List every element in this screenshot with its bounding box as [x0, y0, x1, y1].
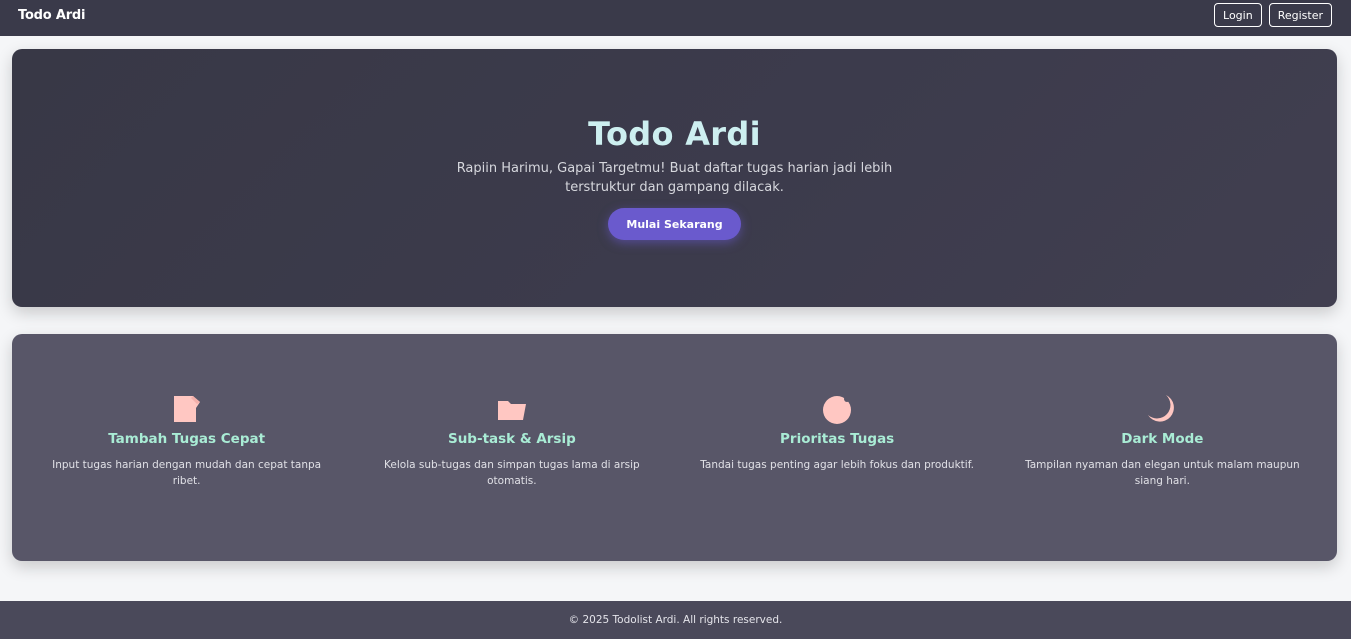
feature-card: Tambah Tugas Cepat Input tugas harian de…	[24, 334, 349, 561]
copyright-text: © 2025 Todolist Ardi. All rights reserve…	[568, 614, 783, 626]
folder-icon	[495, 392, 529, 426]
feature-description: Input tugas harian dengan mudah dan cepa…	[52, 459, 322, 487]
feature-description: Tampilan nyaman dan elegan untuk malam m…	[1025, 459, 1300, 487]
nav-actions: Login Register	[1214, 3, 1332, 27]
feature-title: Dark Mode	[1121, 431, 1204, 447]
target-icon	[820, 392, 854, 426]
start-now-button[interactable]: Mulai Sekarang	[608, 208, 741, 240]
memo-icon	[170, 392, 204, 426]
login-button[interactable]: Login	[1214, 3, 1262, 27]
feature-description: Tandai tugas penting agar lebih fokus da…	[700, 459, 974, 471]
feature-card: Sub-task & Arsip Kelola sub-tugas dan si…	[349, 334, 674, 561]
feature-description: Kelola sub-tugas dan simpan tugas lama d…	[384, 459, 640, 487]
navbar: Todo Ardi Login Register	[0, 0, 1351, 36]
feature-title: Prioritas Tugas	[780, 431, 895, 447]
moon-icon	[1145, 392, 1179, 426]
footer: © 2025 Todolist Ardi. All rights reserve…	[0, 601, 1351, 639]
hero-title: Todo Ardi	[588, 115, 761, 153]
features-section: Tambah Tugas Cepat Input tugas harian de…	[12, 334, 1337, 561]
feature-title: Sub-task & Arsip	[447, 431, 576, 447]
hero-subtitle: Rapiin Harimu, Gapai Targetmu! Buat daft…	[456, 161, 893, 195]
feature-title: Tambah Tugas Cepat	[108, 431, 266, 447]
feature-card: Dark Mode Tampilan nyaman dan elegan unt…	[1000, 334, 1325, 561]
brand-logo[interactable]: Todo Ardi	[18, 8, 85, 23]
feature-card: Prioritas Tugas Tandai tugas penting aga…	[675, 334, 1000, 561]
hero-section: Todo Ardi Rapiin Harimu, Gapai Targetmu!…	[12, 49, 1337, 307]
register-button[interactable]: Register	[1268, 3, 1332, 27]
